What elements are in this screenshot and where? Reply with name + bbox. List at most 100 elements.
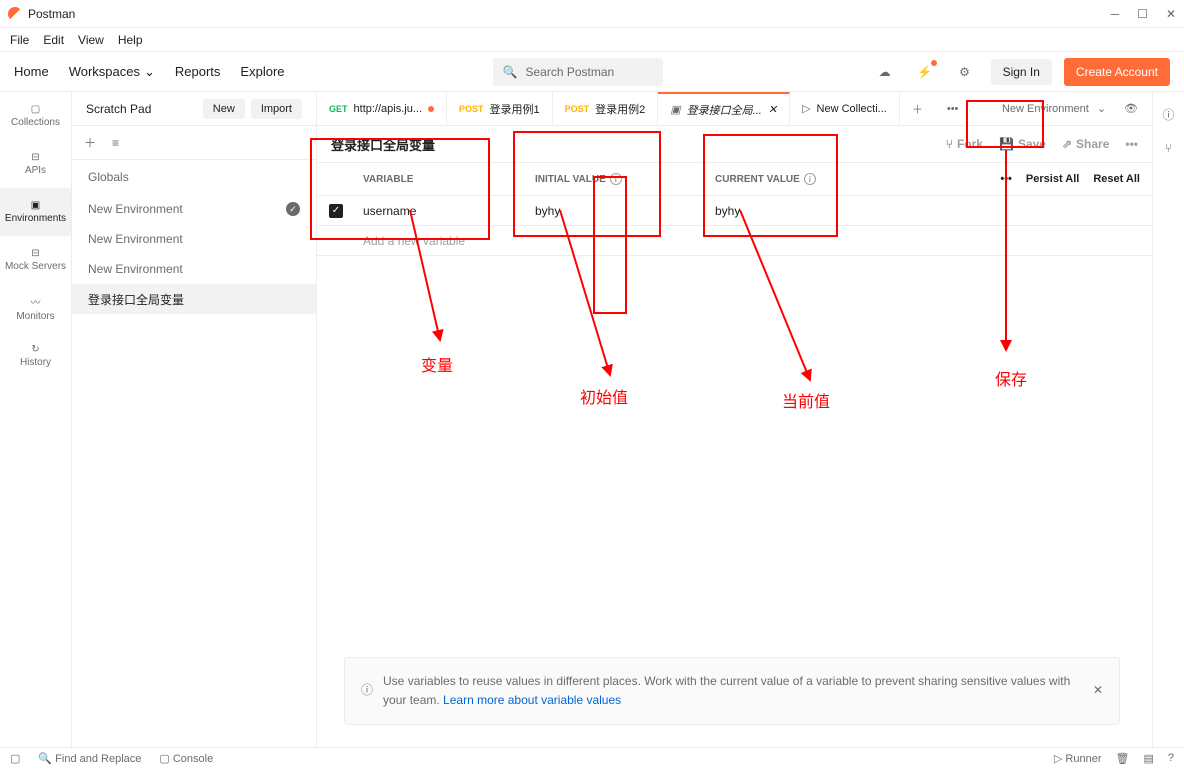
chevron-down-icon: ⌄	[1097, 102, 1106, 115]
tab-row: GEThttp://apis.ju... POST登录用例1 POST登录用例2…	[317, 92, 1152, 126]
add-icon[interactable]: ＋	[84, 134, 96, 151]
share-button[interactable]: ⇗ Share	[1062, 137, 1109, 151]
menubar: File Edit View Help	[0, 28, 1184, 52]
new-tab-button[interactable]: ＋	[900, 92, 935, 125]
search-input[interactable]: 🔍 Search Postman	[493, 58, 663, 86]
console[interactable]: ▢ Console	[159, 752, 213, 765]
rail-mock[interactable]: ⊟Mock Servers	[0, 236, 71, 284]
find-replace[interactable]: 🔍 Find and Replace	[38, 752, 141, 765]
nav-reports[interactable]: Reports	[175, 64, 221, 80]
info-icon: ⓘ	[361, 681, 373, 700]
window-controls: ─ ☐ ✕	[1111, 7, 1176, 21]
rail-apis[interactable]: ⊟APIs	[0, 140, 71, 188]
dirty-dot-icon	[428, 106, 434, 112]
right-strip: ⓘ ⑂	[1152, 92, 1184, 749]
tab-1[interactable]: POST登录用例1	[447, 92, 553, 125]
annotation-label-current: 当前值	[782, 388, 830, 412]
settings-icon[interactable]: ⚙	[951, 58, 979, 86]
nav-home[interactable]: Home	[14, 64, 49, 80]
info-icon[interactable]: i	[610, 173, 622, 185]
persist-all-button[interactable]: Persist All	[1026, 173, 1079, 185]
minimize-icon[interactable]: ─	[1111, 7, 1120, 21]
sidebar-toggle-icon[interactable]: ▢	[10, 752, 20, 765]
maximize-icon[interactable]: ☐	[1137, 7, 1148, 21]
monitors-icon: 〰	[31, 294, 41, 309]
variable-name-input[interactable]: username	[355, 204, 535, 218]
nav-explore[interactable]: Explore	[240, 64, 284, 80]
sidebar-item-env0[interactable]: New Environment✓	[72, 194, 316, 224]
save-button[interactable]: 💾Save	[999, 137, 1046, 151]
menu-edit[interactable]: Edit	[43, 33, 64, 47]
left-rail: ▢Collections ⊟APIs ▣Environments ⊟Mock S…	[0, 92, 72, 749]
info-icon[interactable]: i	[804, 173, 816, 185]
titlebar: Postman ─ ☐ ✕	[0, 0, 1184, 28]
more-icon[interactable]: •••	[1125, 137, 1138, 151]
tab-0[interactable]: GEThttp://apis.ju...	[317, 92, 447, 125]
menu-file[interactable]: File	[10, 33, 29, 47]
sidebar-item-env3[interactable]: 登录接口全局变量	[72, 284, 316, 314]
play-icon: ▷	[802, 102, 810, 115]
annotation-label-variable: 变量	[421, 352, 453, 376]
mock-icon: ⊟	[31, 248, 39, 259]
search-placeholder: Search Postman	[525, 65, 614, 79]
runner[interactable]: ▷ Runner	[1054, 752, 1102, 765]
history-icon: ↻	[31, 344, 39, 355]
create-account-button[interactable]: Create Account	[1064, 58, 1170, 86]
sidebar-globals[interactable]: Globals	[72, 160, 316, 194]
col-variable: VARIABLE	[355, 174, 535, 185]
reset-all-button[interactable]: Reset All	[1093, 173, 1140, 185]
menu-help[interactable]: Help	[118, 33, 143, 47]
variable-row: ✓ username byhy byhy	[317, 196, 1152, 226]
filter-icon[interactable]: ≡	[112, 136, 119, 150]
workspace-title: Scratch Pad	[86, 102, 151, 116]
rail-collections[interactable]: ▢Collections	[0, 92, 71, 140]
sidebar: Scratch Pad New Import ＋ ≡ Globals New E…	[72, 92, 317, 749]
chevron-down-icon: ⌄	[144, 64, 155, 80]
tab-4[interactable]: ▷New Collecti...	[790, 92, 900, 125]
eye-icon[interactable]: 👁	[1124, 102, 1138, 115]
add-variable-placeholder: Add a new variable	[355, 234, 535, 248]
fork-button[interactable]: ⑂ Fork	[946, 137, 983, 151]
row-checkbox[interactable]: ✓	[329, 204, 343, 218]
invite-icon[interactable]: ⚡	[911, 58, 939, 86]
trash-icon[interactable]: 🗑	[1116, 752, 1130, 765]
close-tab-icon[interactable]: ✕	[768, 103, 777, 116]
rail-monitors[interactable]: 〰Monitors	[0, 284, 71, 332]
docs-icon[interactable]: ⓘ	[1162, 106, 1174, 123]
learn-more-link[interactable]: Learn more about variable values	[443, 693, 621, 707]
collections-icon: ▢	[31, 104, 40, 115]
annotation-label-save: 保存	[995, 366, 1027, 390]
environment-selector[interactable]: New Environment⌄👁	[988, 92, 1152, 125]
signin-button[interactable]: Sign In	[991, 59, 1052, 85]
col-current: CURRENT VALUE	[715, 174, 800, 185]
sidebar-item-env1[interactable]: New Environment	[72, 224, 316, 254]
help-icon[interactable]: ?	[1168, 752, 1174, 765]
apis-icon: ⊟	[31, 152, 39, 163]
menu-view[interactable]: View	[78, 33, 104, 47]
tab-overflow[interactable]: •••	[935, 92, 971, 125]
add-variable-row[interactable]: Add a new variable	[317, 226, 1152, 256]
new-button[interactable]: New	[203, 99, 245, 119]
annotation-label-initial: 初始值	[580, 384, 628, 408]
initial-value-input[interactable]: byhy	[535, 204, 715, 218]
active-check-icon: ✓	[286, 202, 300, 216]
tab-2[interactable]: POST登录用例2	[553, 92, 659, 125]
sidebar-item-env2[interactable]: New Environment	[72, 254, 316, 284]
info-banner: ⓘ Use variables to reuse values in diffe…	[344, 657, 1120, 725]
current-value-input[interactable]: byhy	[715, 204, 915, 218]
close-icon[interactable]: ✕	[1166, 7, 1176, 21]
import-button[interactable]: Import	[251, 99, 302, 119]
rail-history[interactable]: ↻History	[0, 332, 71, 380]
search-icon: 🔍	[503, 65, 518, 79]
banner-close-icon[interactable]: ✕	[1093, 681, 1103, 700]
sync-icon[interactable]: ☁	[871, 58, 899, 86]
layout-icon[interactable]: ▤	[1143, 752, 1153, 765]
fork-icon[interactable]: ⑂	[1165, 141, 1172, 155]
environments-icon: ▣	[31, 200, 40, 211]
main-content: GEThttp://apis.ju... POST登录用例1 POST登录用例2…	[317, 92, 1152, 749]
rail-environments[interactable]: ▣Environments	[0, 188, 71, 236]
col-more[interactable]: •••	[1000, 173, 1012, 185]
tab-3[interactable]: ▣登录接口全局...✕	[658, 92, 790, 125]
env-icon: ▣	[670, 103, 680, 116]
nav-workspaces[interactable]: Workspaces⌄	[69, 64, 155, 80]
